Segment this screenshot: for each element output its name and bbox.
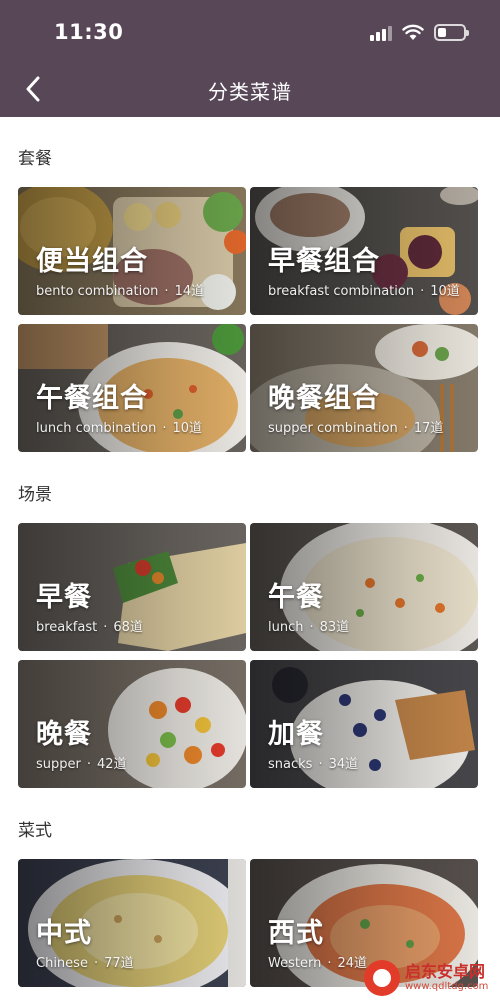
wifi-icon — [402, 24, 424, 40]
watermark: 启东安卓网 www.qdltdg.com — [364, 957, 496, 999]
page-title: 分类菜谱 — [208, 80, 292, 104]
nav-header: 11:30 分类菜谱 — [0, 0, 500, 117]
section-label-scenes: 场景 — [18, 485, 52, 505]
battery-icon — [434, 24, 469, 41]
card-snacks[interactable]: 加餐 snacks · 34道 — [250, 660, 478, 788]
watermark-url: www.qdltdg.com — [405, 981, 489, 992]
section-label-cuisines: 菜式 — [18, 821, 52, 841]
card-subtitle: supper combination · 17道 — [268, 421, 444, 436]
card-title: 早餐 — [36, 582, 92, 613]
card-chinese[interactable]: 中式 Chinese · 77道 — [18, 859, 246, 987]
card-breakfast[interactable]: 早餐 breakfast · 68道 — [18, 523, 246, 651]
card-title: 晚餐 — [36, 719, 92, 750]
signal-icon — [370, 25, 392, 41]
card-breakfast-combination[interactable]: 早餐组合 breakfast combination · 10道 — [250, 187, 478, 315]
watermark-logo — [364, 960, 400, 996]
card-title: 早餐组合 — [268, 246, 380, 277]
card-subtitle: Western · 24道 — [268, 956, 368, 971]
card-title: 午餐组合 — [36, 383, 148, 414]
section-label-set-meals: 套餐 — [18, 149, 52, 169]
card-subtitle: snacks · 34道 — [268, 757, 359, 772]
card-subtitle: lunch · 83道 — [268, 620, 350, 635]
card-bento-combination[interactable]: 便当组合 bento combination · 14道 — [18, 187, 246, 315]
card-supper-combination[interactable]: 晚餐组合 supper combination · 17道 — [250, 324, 478, 452]
status-time: 11:30 — [54, 20, 124, 44]
card-lunch[interactable]: 午餐 lunch · 83道 — [250, 523, 478, 651]
card-title: 加餐 — [268, 719, 324, 750]
card-subtitle: bento combination · 14道 — [36, 284, 205, 299]
card-title: 晚餐组合 — [268, 383, 380, 414]
card-subtitle: Chinese · 77道 — [36, 956, 134, 971]
status-icons — [370, 24, 469, 41]
card-title: 中式 — [36, 918, 92, 949]
card-subtitle: breakfast combination · 10道 — [268, 284, 460, 299]
card-lunch-combination[interactable]: 午餐组合 lunch combination · 10道 — [18, 324, 246, 452]
card-subtitle: supper · 42道 — [36, 757, 127, 772]
card-title: 便当组合 — [36, 246, 148, 277]
card-title: 西式 — [268, 918, 324, 949]
card-title: 午餐 — [268, 582, 324, 613]
card-subtitle: breakfast · 68道 — [36, 620, 143, 635]
watermark-name: 启东安卓网 — [405, 962, 486, 981]
card-supper[interactable]: 晚餐 supper · 42道 — [18, 660, 246, 788]
card-subtitle: lunch combination · 10道 — [36, 421, 203, 436]
